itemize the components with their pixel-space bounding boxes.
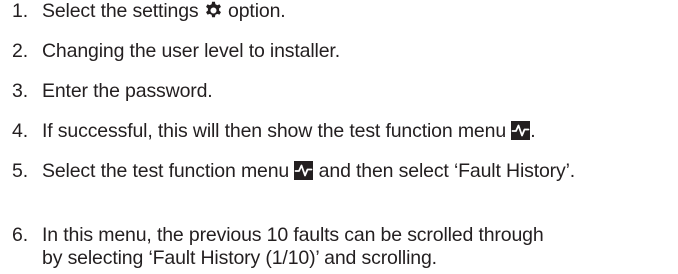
step-number: 5. (12, 160, 28, 182)
step-number: 6. (12, 224, 28, 246)
step-1: 1. Select the settings option. (0, 0, 286, 23)
step-5: 5. Select the test function menu and the… (0, 160, 575, 183)
step-text-before-icon: Select the test function menu (42, 160, 295, 182)
step-6: 6. In this menu, the previous 10 faults … (0, 224, 544, 270)
step-text-after-icon: . (530, 120, 536, 142)
step-4: 4. If successful, this will then show th… (0, 120, 536, 143)
step-number: 1. (12, 0, 28, 22)
step-text-before-icon: Select the settings (42, 0, 204, 22)
step-text-after-icon: option. (222, 0, 286, 22)
step-text-line-2: by selecting ‘Fault History (1/10)’ and … (42, 247, 437, 269)
step-text-line-1: In this menu, the previous 10 faults can… (42, 224, 544, 246)
step-text-before-icon: If successful, this will then show the t… (42, 120, 512, 142)
step-number: 2. (12, 40, 28, 62)
step-2: 2. Changing the user level to installer. (0, 40, 340, 63)
step-number: 3. (12, 80, 28, 102)
test-function-icon (511, 121, 531, 140)
test-function-icon (294, 161, 314, 180)
step-3: 3. Enter the password. (0, 80, 213, 103)
step-text: Changing the user level to installer. (42, 40, 340, 62)
step-text-after-icon: and then select ‘Fault History’. (313, 160, 576, 182)
gear-icon (204, 1, 223, 20)
step-number: 4. (12, 120, 28, 142)
step-text: Enter the password. (42, 80, 213, 102)
